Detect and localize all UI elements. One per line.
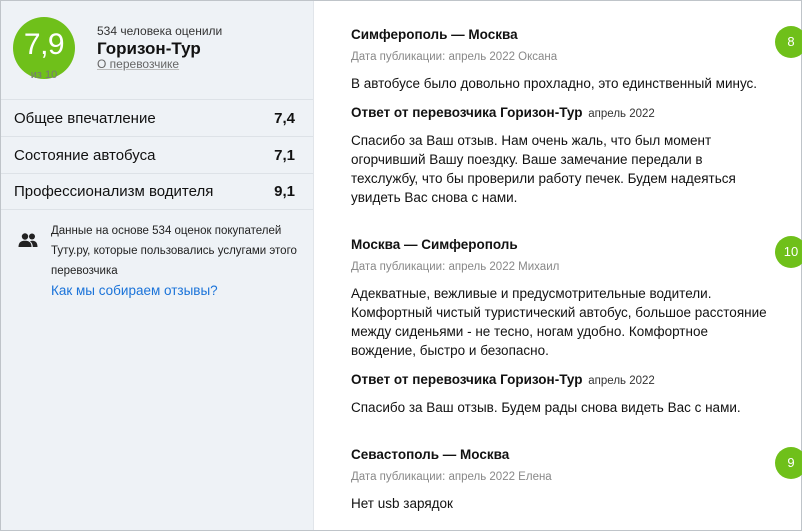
metric-row-bus-condition: Состояние автобуса 7,1 [1,136,313,173]
review-text: Адекватные, вежливые и предусмотрительны… [351,286,767,358]
people-icon [18,233,38,247]
review-route: Москва — Симферополь [351,237,518,252]
reply-title: Ответ от перевозчика Горизон-Тур [351,105,583,120]
data-source-text: Данные на основе 534 оценок покупателей … [51,225,297,277]
metric-label: Профессионализм водителя [14,183,214,200]
review-meta: Дата публикации: апрель 2022 Михаил [351,261,560,273]
carrier-reply-heading: Ответ от перевозчика Горизон-Тур апрель … [351,105,771,120]
review-rating-badge: 9 [775,447,802,479]
reply-date: апрель 2022 [588,108,655,120]
how-we-collect-link[interactable]: Как мы собираем отзывы? [51,283,218,298]
score-scale-label: из 10 [30,69,58,81]
metric-label: Общее впечатление [14,109,156,127]
carrier-summary-panel: 7,9 из 10 534 человека оценили Горизон-Т… [1,1,314,530]
reply-date: апрель 2022 [588,375,655,387]
review-route: Севастополь — Москва [351,447,510,462]
reviews-page: 7,9 из 10 534 человека оценили Горизон-Т… [0,0,802,531]
metric-row-overall: Общее впечатление 7,4 [1,99,313,136]
carrier-reply-heading: Ответ от перевозчика Горизон-Тур апрель … [351,372,771,387]
about-carrier-link[interactable]: О перевозчике [97,57,179,71]
review-route: Симферополь — Москва [351,27,518,42]
metric-value: 7,1 [274,146,295,164]
metric-row-driver: Профессионализм водителя 9,1 [1,173,313,210]
review-meta: Дата публикации: апрель 2022 Оксана [351,51,558,63]
metric-value: 9,1 [274,183,295,200]
carrier-name: Горизон-Тур [97,39,201,58]
review-meta: Дата публикации: апрель 2022 Елена [351,471,552,483]
review-rating-badge: 10 [775,236,802,268]
raters-count: 534 человека оценили [97,24,223,38]
metric-label: Состояние автобуса [14,146,156,164]
review-card: Москва — Симферополь 10 Дата публикации:… [351,236,802,417]
review-card: Симферополь — Москва 8 Дата публикации: … [351,26,802,207]
data-source-note: Данные на основе 534 оценок покупателей … [1,210,313,310]
reply-title: Ответ от перевозчика Горизон-Тур [351,372,583,387]
reviews-list: Симферополь — Москва 8 Дата публикации: … [314,1,802,530]
review-text: В автобусе было довольно прохладно, это … [351,76,758,91]
rating-header: 7,9 из 10 534 человека оценили Горизон-Т… [1,1,313,99]
metric-value: 7,4 [274,109,295,127]
carrier-reply-text: Спасибо за Ваш отзыв. Будем рады снова в… [351,400,741,415]
review-rating-badge: 8 [775,26,802,58]
review-card: Севастополь — Москва 9 Дата публикации: … [351,447,802,513]
carrier-reply-text: Спасибо за Ваш отзыв. Нам очень жаль, чт… [351,133,736,205]
review-text: Нет usb зарядок [351,496,453,511]
